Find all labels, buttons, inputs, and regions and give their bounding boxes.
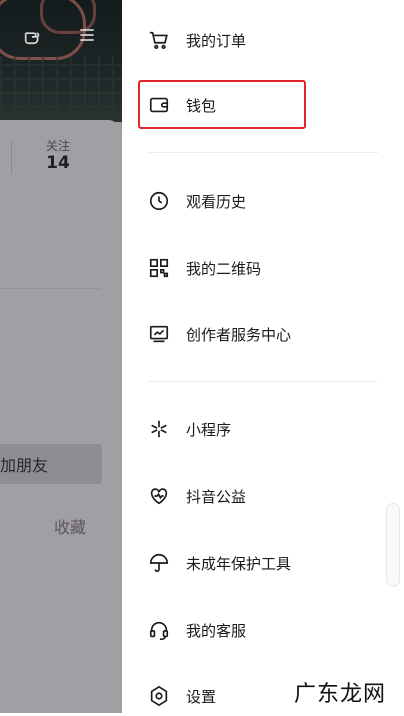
- cart-icon: [148, 29, 170, 51]
- profile-cover-image: [0, 0, 122, 122]
- gear-icon: [148, 685, 170, 707]
- grid-decoration: [0, 56, 122, 122]
- heart-pulse-icon: [148, 485, 170, 507]
- clock-icon: [148, 190, 170, 212]
- add-friend-button[interactable]: 加朋友: [0, 444, 102, 484]
- menu-item-label: 我的订单: [186, 31, 247, 50]
- section-divider: [0, 288, 100, 289]
- menu-item-customer-service[interactable]: 我的客服: [148, 610, 388, 650]
- monitor-chart-icon: [148, 323, 170, 345]
- wallet-highlight-box: [138, 80, 306, 129]
- menu-item-label: 观看历史: [186, 192, 247, 211]
- menu-item-creator-center[interactable]: 创作者服务中心: [148, 314, 388, 354]
- menu-item-label: 小程序: [186, 420, 232, 439]
- scrollbar[interactable]: [386, 503, 400, 587]
- mini-program-icon: [148, 418, 170, 440]
- menu-item-label: 设置: [186, 687, 217, 706]
- favorites-tab[interactable]: 收藏: [54, 514, 86, 538]
- menu-item-label: 我的客服: [186, 621, 247, 640]
- menu-item-minor-protection[interactable]: 未成年保护工具: [148, 543, 388, 583]
- profile-card: [0, 120, 122, 713]
- menu-divider: [148, 152, 378, 153]
- follow-label: 关注: [45, 139, 70, 153]
- profile-page-dimmed[interactable]: 关注 14 加朋友 收藏: [0, 0, 122, 713]
- menu-item-mini-programs[interactable]: 小程序: [148, 409, 388, 449]
- umbrella-icon: [148, 552, 170, 574]
- menu-item-qrcode[interactable]: 我的二维码: [148, 248, 388, 288]
- menu-item-label: 创作者服务中心: [186, 325, 292, 344]
- qrcode-icon: [148, 257, 170, 279]
- site-watermark: 广东龙网: [293, 682, 386, 707]
- menu-item-orders[interactable]: 我的订单: [148, 20, 388, 60]
- menu-item-label: 未成年保护工具: [186, 554, 292, 573]
- menu-item-label: 抖音公益: [186, 487, 247, 506]
- stat-divider: [11, 140, 12, 174]
- menu-item-charity[interactable]: 抖音公益: [148, 476, 388, 516]
- menu-item-label: 我的二维码: [186, 259, 262, 278]
- follow-count[interactable]: 14: [40, 153, 76, 173]
- hand-pointer-icon[interactable]: [20, 22, 46, 48]
- menu-icon[interactable]: [74, 22, 100, 48]
- menu-item-watch-history[interactable]: 观看历史: [148, 181, 388, 221]
- headset-icon: [148, 619, 170, 641]
- menu-divider: [148, 381, 378, 382]
